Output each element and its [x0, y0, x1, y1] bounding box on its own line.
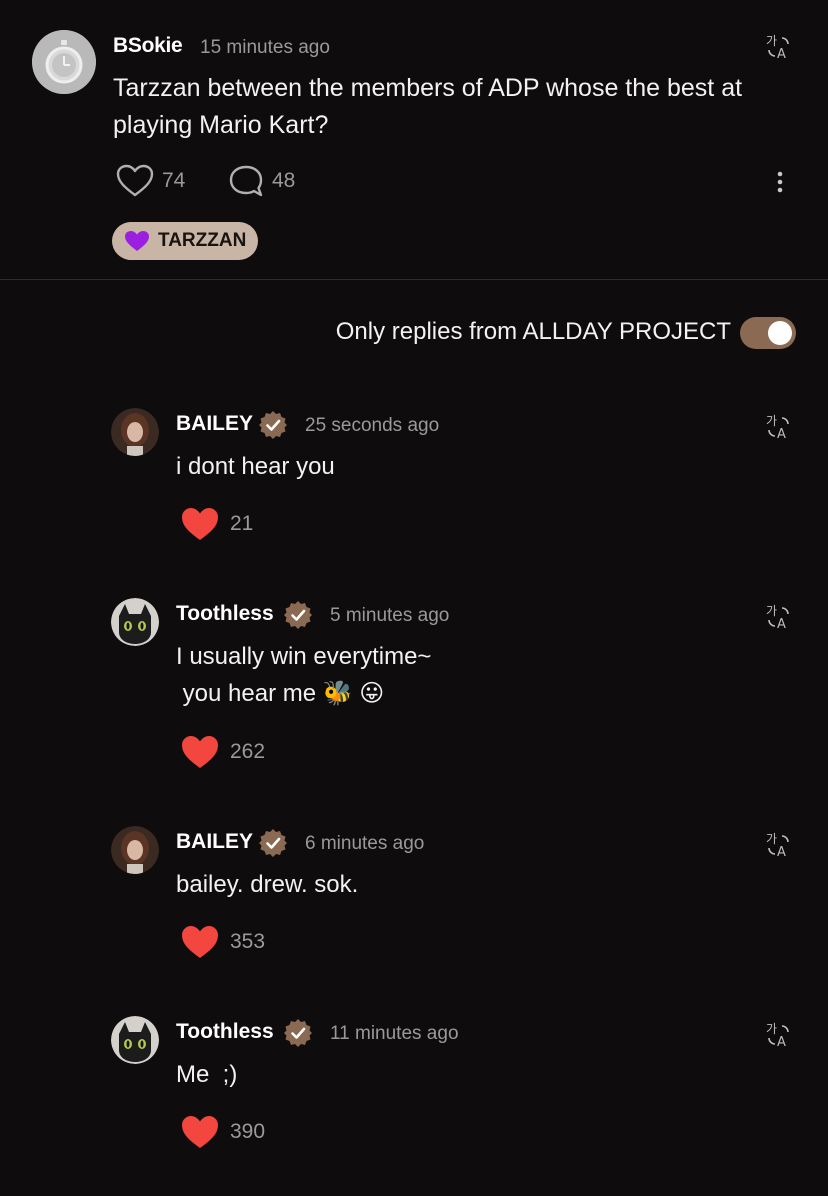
verified-badge-icon — [284, 601, 312, 629]
avatar[interactable] — [111, 1016, 159, 1064]
reply-item: Toothless 5 minutes ago 가 A I usually wi… — [0, 598, 828, 798]
heart-outline-icon — [116, 164, 154, 197]
heart-filled-icon — [182, 736, 218, 768]
svg-text:A: A — [777, 427, 786, 442]
reply-like-button[interactable]: 21 — [180, 506, 253, 542]
verified-badge-icon — [259, 829, 287, 857]
avatar[interactable] — [111, 408, 159, 456]
svg-text:A: A — [777, 1035, 786, 1050]
artist-replies-toggle[interactable] — [740, 317, 796, 349]
svg-text:가: 가 — [766, 34, 777, 48]
verified-badge-icon — [284, 1019, 312, 1047]
post-username[interactable]: BSokie — [113, 34, 183, 58]
reply-item: Toothless 11 minutes ago 가 A Me ;) 390 — [0, 1016, 828, 1196]
reply-text: I usually win everytime~ you hear me 🐝 😛 — [176, 643, 432, 707]
translate-icon[interactable]: 가 A — [764, 602, 794, 632]
reply-like-button[interactable]: 390 — [180, 1114, 265, 1150]
original-post: BSokie 15 minutes ago Tarzzan between th… — [0, 0, 828, 280]
avatar[interactable] — [32, 30, 96, 94]
translate-icon[interactable]: 가 A — [764, 412, 794, 442]
reply-author[interactable]: Toothless — [176, 1020, 274, 1044]
reply-item: BAILEY 6 minutes ago 가 A bailey. drew. s… — [0, 826, 828, 1006]
svg-text:가: 가 — [766, 604, 777, 618]
comment-bubble-icon — [229, 165, 263, 197]
svg-text:가: 가 — [766, 414, 777, 428]
reply-like-count: 353 — [230, 930, 266, 953]
reply-like-count: 390 — [230, 1120, 266, 1143]
post-body: Tarzzan between the members of ADP whose… — [113, 74, 743, 139]
filter-label: Only replies from ALLDAY PROJECT — [335, 318, 731, 345]
svg-text:A: A — [777, 617, 786, 632]
avatar[interactable] — [111, 826, 159, 874]
translate-icon[interactable]: 가 A — [764, 1020, 794, 1050]
reply-text: bailey. drew. sok. — [176, 871, 359, 898]
reply-timestamp: 5 minutes ago — [330, 605, 450, 626]
translate-icon[interactable]: 가 A — [764, 830, 794, 860]
like-count: 74 — [162, 169, 186, 192]
artist-tag[interactable]: TARZZAN — [112, 222, 259, 260]
svg-text:가: 가 — [766, 1022, 777, 1036]
reply-timestamp: 25 seconds ago — [305, 415, 440, 436]
reply-timestamp: 6 minutes ago — [305, 833, 425, 854]
reply-author[interactable]: BAILEY — [176, 830, 253, 854]
avatar-photo — [111, 408, 159, 456]
heart-filled-icon — [182, 926, 218, 958]
avatar-photo — [111, 826, 159, 874]
reply-like-count: 262 — [230, 740, 266, 763]
heart-filled-icon — [182, 1116, 218, 1148]
svg-text:A: A — [777, 47, 786, 62]
heart-filled-icon — [182, 508, 218, 540]
reply-like-button[interactable]: 353 — [180, 924, 265, 960]
svg-text:A: A — [777, 845, 786, 860]
purple-heart-icon — [125, 231, 149, 251]
tag-label: TARZZAN — [158, 230, 247, 251]
reply-author[interactable]: Toothless — [176, 602, 274, 626]
reply-item: BAILEY 25 seconds ago 가 A i dont hear yo… — [0, 408, 828, 588]
reply-like-button[interactable]: 262 — [180, 734, 265, 770]
post-timestamp: 15 minutes ago — [200, 37, 330, 58]
divider — [0, 279, 828, 280]
avatar-photo — [111, 1016, 159, 1064]
comment-button[interactable]: 48 — [228, 164, 295, 198]
reply-author[interactable]: BAILEY — [176, 412, 253, 436]
reply-text: Me ;) — [176, 1061, 238, 1088]
comment-count: 48 — [272, 169, 296, 192]
reply-text: i dont hear you — [176, 453, 335, 480]
reply-timestamp: 11 minutes ago — [330, 1023, 459, 1044]
avatar[interactable] — [111, 598, 159, 646]
svg-text:가: 가 — [766, 832, 777, 846]
verified-badge-icon — [259, 411, 287, 439]
like-button[interactable]: 74 — [116, 164, 185, 198]
toggle-knob — [768, 321, 792, 345]
stopwatch-icon — [32, 30, 96, 94]
reply-like-count: 21 — [230, 512, 254, 535]
more-options-icon[interactable] — [770, 168, 790, 196]
translate-icon[interactable]: 가 A — [764, 32, 794, 62]
avatar-photo — [111, 598, 159, 646]
